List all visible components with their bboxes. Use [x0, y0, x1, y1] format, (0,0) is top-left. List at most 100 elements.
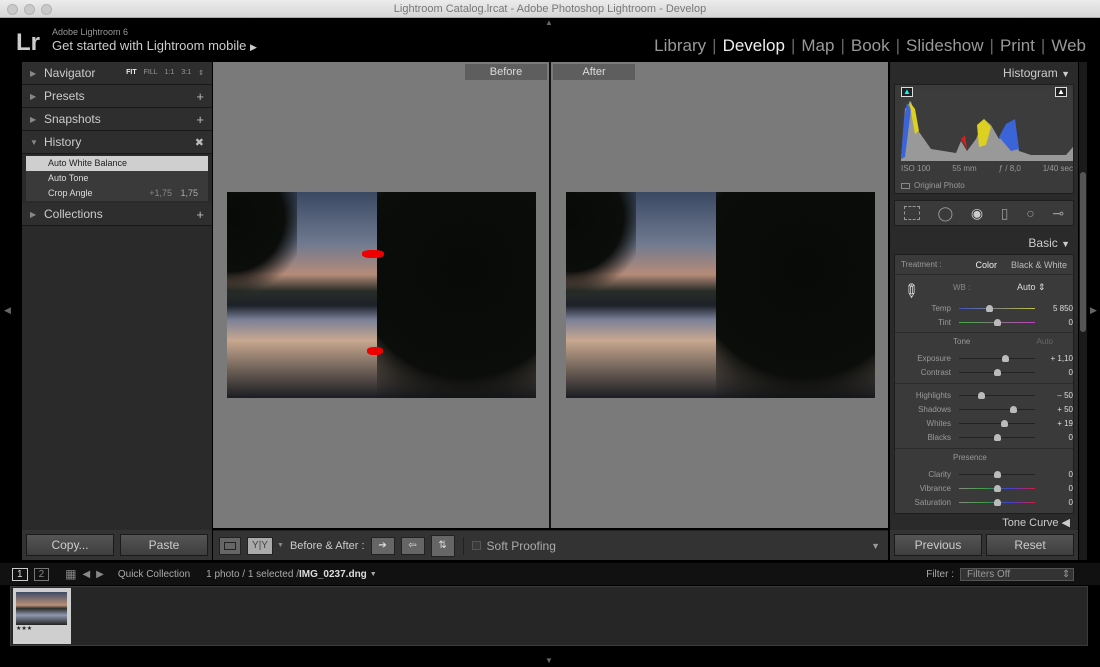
module-slideshow[interactable]: Slideshow	[900, 36, 990, 56]
slider-value[interactable]: 0	[1043, 368, 1073, 377]
close-window-button[interactable]	[7, 4, 18, 15]
module-book[interactable]: Book	[845, 36, 896, 56]
add-snapshot-icon[interactable]: +	[196, 112, 204, 127]
filter-dropdown[interactable]: Filters Off ⇕	[960, 567, 1074, 581]
slider-value[interactable]: + 50	[1043, 405, 1073, 414]
spot-removal-icon[interactable]: ◯	[938, 205, 954, 222]
slider-track[interactable]	[959, 405, 1035, 413]
slider-value[interactable]: + 1,10	[1043, 354, 1073, 363]
slider-thumb[interactable]	[994, 368, 1001, 376]
slider-thumb[interactable]	[994, 318, 1001, 326]
secondary-window-button[interactable]: 2	[33, 567, 50, 581]
slider-value[interactable]: + 19	[1043, 419, 1073, 428]
reset-button[interactable]: Reset	[986, 534, 1074, 556]
slider-value[interactable]: 0	[1043, 484, 1073, 493]
view-mode-dropdown-icon[interactable]: ▼	[277, 542, 284, 549]
slider-value[interactable]: 0	[1043, 470, 1073, 479]
history-item[interactable]: Auto Tone	[26, 171, 208, 186]
histogram-header[interactable]: Histogram ▼	[890, 62, 1078, 84]
zoom-fit[interactable]: FIT	[126, 69, 137, 77]
back-arrow-icon[interactable]: ◀	[82, 569, 90, 580]
source-label[interactable]: Quick Collection	[118, 569, 190, 580]
module-map[interactable]: Map	[795, 36, 840, 56]
slider-value[interactable]: 0	[1043, 318, 1073, 327]
zoom-3-1[interactable]: 3:1	[181, 69, 191, 77]
presets-header[interactable]: ▶ Presets +	[22, 85, 212, 108]
slider-thumb[interactable]	[994, 498, 1001, 506]
soft-proofing-checkbox[interactable]	[471, 541, 481, 550]
slider-track[interactable]	[959, 498, 1035, 506]
slider-track[interactable]	[959, 391, 1035, 399]
grid-view-icon[interactable]: ▦	[65, 567, 76, 581]
radial-filter-icon[interactable]: ○	[1026, 205, 1034, 221]
history-header[interactable]: ▼ History ✖	[22, 131, 212, 154]
copy-button[interactable]: Copy...	[26, 534, 114, 556]
slider-value[interactable]: 0	[1043, 498, 1073, 507]
filmstrip-thumbnail[interactable]: ★★★	[13, 588, 71, 644]
filename-dropdown[interactable]: IMG_0237.dng	[299, 569, 367, 580]
main-window-button[interactable]: 1	[12, 567, 28, 581]
zoom-window-button[interactable]	[41, 4, 52, 15]
red-eye-icon[interactable]: ◉	[971, 205, 983, 222]
left-panel-toggle-icon[interactable]: ◀	[4, 305, 11, 316]
original-photo-toggle[interactable]: Original Photo	[901, 181, 965, 190]
add-collection-icon[interactable]: +	[196, 207, 204, 222]
slider-track[interactable]	[959, 433, 1035, 441]
slider-thumb[interactable]	[1002, 354, 1010, 362]
history-item[interactable]: Crop Angle +1,75 1,75	[26, 186, 208, 201]
slider-track[interactable]	[959, 304, 1035, 312]
previous-button[interactable]: Previous	[894, 534, 982, 556]
slider-track[interactable]	[959, 419, 1035, 427]
slider-value[interactable]: 0	[1043, 433, 1073, 442]
collections-header[interactable]: ▶ Collections +	[22, 203, 212, 226]
before-after-view-button[interactable]: Y|Y	[247, 536, 273, 555]
minimize-window-button[interactable]	[24, 4, 35, 15]
slider-thumb[interactable]	[986, 304, 994, 312]
add-preset-icon[interactable]: +	[196, 89, 204, 104]
wb-dropdown[interactable]: Auto ⇕	[1017, 282, 1046, 293]
swap-before-after-button[interactable]: ⇅	[430, 534, 455, 557]
chevron-down-icon[interactable]: ▼	[370, 571, 377, 578]
right-panel-scrollbar[interactable]	[1079, 62, 1087, 560]
slider-thumb[interactable]	[994, 484, 1001, 492]
forward-arrow-icon[interactable]: ▶	[96, 569, 104, 580]
module-library[interactable]: Library	[648, 36, 712, 56]
treatment-black-white[interactable]: Black & White	[1011, 260, 1067, 270]
treatment-color[interactable]: Color	[975, 260, 997, 270]
slider-thumb[interactable]	[978, 391, 986, 399]
history-item[interactable]: Auto White Balance	[26, 156, 208, 171]
slider-track[interactable]	[959, 470, 1035, 478]
tone-curve-header[interactable]: Tone Curve ◀	[890, 514, 1078, 530]
crop-tool-icon[interactable]	[903, 206, 920, 220]
navigator-header[interactable]: ▶ Navigator FIT FILL 1:1 3:1 ⇕	[22, 62, 212, 85]
zoom-stepper-icon[interactable]: ⇕	[198, 69, 204, 77]
slider-track[interactable]	[959, 354, 1035, 362]
shadow-clipping-indicator[interactable]: ▲	[901, 87, 913, 97]
zoom-fill[interactable]: FILL	[144, 69, 158, 77]
clear-history-icon[interactable]: ✖	[195, 136, 204, 149]
tone-auto-button[interactable]: Auto	[1037, 337, 1053, 346]
zoom-1-1[interactable]: 1:1	[165, 69, 175, 77]
paste-button[interactable]: Paste	[120, 534, 208, 556]
adjustment-brush-icon[interactable]: ⊸	[1052, 205, 1064, 222]
highlight-clipping-indicator[interactable]: ▲	[1055, 87, 1067, 97]
top-panel-toggle-icon[interactable]: ▲	[545, 18, 553, 27]
copy-after-to-before-button[interactable]: ⇦	[400, 536, 425, 555]
slider-track[interactable]	[959, 484, 1035, 492]
loupe-view-button[interactable]	[219, 536, 241, 555]
slider-track[interactable]	[959, 318, 1035, 326]
bottom-panel-toggle-icon[interactable]: ▼	[545, 656, 553, 665]
slider-value[interactable]: – 50	[1043, 391, 1073, 400]
basic-header[interactable]: Basic ▼	[890, 232, 1078, 254]
module-print[interactable]: Print	[994, 36, 1041, 56]
copy-before-to-after-button[interactable]: ➔	[370, 536, 395, 555]
graduated-filter-icon[interactable]: ▯	[1001, 205, 1009, 222]
snapshots-header[interactable]: ▶ Snapshots +	[22, 108, 212, 131]
slider-thumb[interactable]	[1000, 419, 1008, 427]
slider-track[interactable]	[959, 368, 1035, 376]
slider-thumb[interactable]	[994, 470, 1001, 478]
toolbar-menu-icon[interactable]: ▼	[871, 541, 880, 551]
module-develop[interactable]: Develop	[717, 36, 791, 56]
right-panel-toggle-icon[interactable]: ▶	[1090, 305, 1097, 316]
module-web[interactable]: Web	[1045, 36, 1092, 56]
